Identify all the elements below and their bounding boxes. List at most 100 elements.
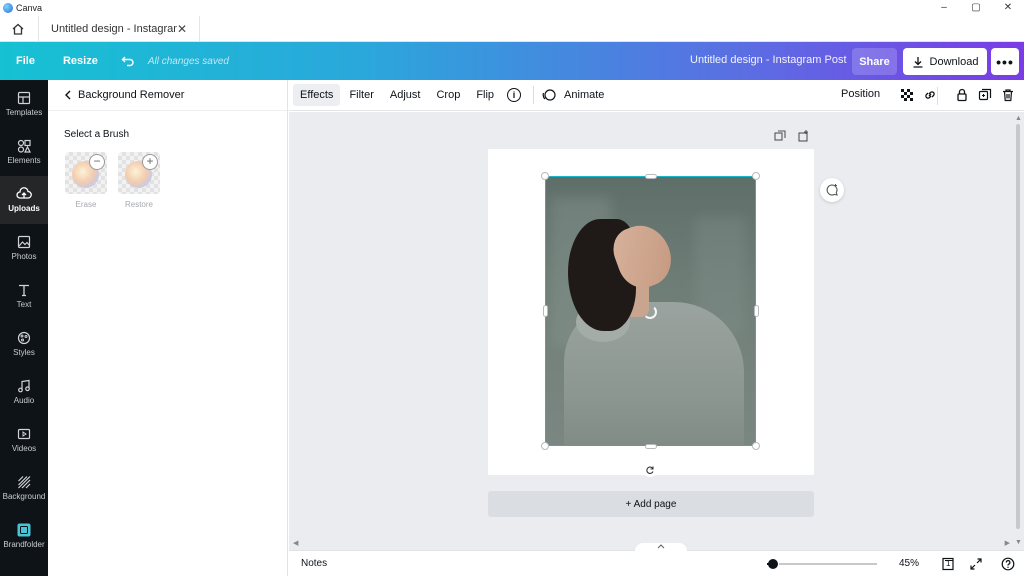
- resize-handle-top-left[interactable]: [541, 172, 549, 180]
- brandfolder-icon: [17, 523, 31, 537]
- rail-label: Brandfolder: [3, 540, 45, 549]
- save-status: All changes saved: [147, 55, 229, 67]
- adjust-button[interactable]: Adjust: [383, 84, 428, 106]
- add-comment-button[interactable]: [820, 178, 844, 202]
- toolbar-divider: [533, 86, 535, 104]
- canva-logo-icon: [3, 3, 13, 13]
- animate-icon: [542, 89, 556, 101]
- audio-icon: [18, 379, 30, 393]
- close-window-button[interactable]: ✕: [992, 0, 1024, 16]
- canvas-workspace: + Add page: [289, 112, 1024, 552]
- notes-button[interactable]: Notes: [301, 558, 327, 569]
- chevron-left-icon[interactable]: [64, 90, 72, 100]
- zoom-slider-track[interactable]: [779, 563, 877, 565]
- rail-label: Photos: [11, 252, 37, 261]
- resize-handle-bottom-right[interactable]: [752, 442, 760, 450]
- resize-handle-bottom-left[interactable]: [541, 442, 549, 450]
- window-titlebar: Canva – ▢ ✕: [0, 0, 1024, 16]
- info-icon[interactable]: i: [507, 88, 522, 102]
- share-button[interactable]: Share: [852, 48, 897, 75]
- restore-brush-button[interactable]: + Restore: [117, 152, 161, 209]
- erase-brush-thumbnail: −: [65, 152, 107, 194]
- rail-item-videos[interactable]: Videos: [0, 416, 48, 464]
- rail-item-text[interactable]: Text: [0, 272, 48, 320]
- resize-handle-left[interactable]: [543, 305, 548, 317]
- position-button[interactable]: Position: [841, 88, 880, 100]
- animate-button[interactable]: Animate: [562, 84, 611, 106]
- rail-item-uploads[interactable]: Uploads: [0, 176, 48, 224]
- zoom-level[interactable]: 45%: [899, 558, 919, 569]
- add-page-top-icon[interactable]: [797, 129, 811, 143]
- rail-item-styles[interactable]: Styles: [0, 320, 48, 368]
- page-count: 1: [946, 559, 951, 568]
- resize-handle-bottom[interactable]: [645, 444, 657, 449]
- scroll-down-icon[interactable]: ▼: [1015, 539, 1022, 546]
- filter-button[interactable]: Filter: [342, 84, 380, 106]
- zoom-slider-knob[interactable]: [768, 559, 778, 569]
- lock-icon[interactable]: [955, 88, 969, 102]
- uploaded-photo[interactable]: [545, 176, 756, 446]
- link-icon[interactable]: [923, 88, 937, 102]
- maximize-button[interactable]: ▢: [960, 0, 992, 16]
- brush-section-title: Select a Brush: [64, 129, 130, 140]
- rail-label: Templates: [5, 108, 43, 117]
- rail-item-templates[interactable]: Templates: [0, 80, 48, 128]
- rail-label: Audio: [13, 396, 35, 405]
- vertical-scrollbar[interactable]: ▲ ▼: [1012, 112, 1024, 552]
- erase-brush-button[interactable]: − Erase: [64, 152, 108, 209]
- brush-label: Erase: [75, 200, 97, 209]
- rotate-handle[interactable]: [643, 463, 657, 477]
- design-page[interactable]: [488, 149, 814, 475]
- home-button[interactable]: [0, 16, 36, 42]
- resize-handle-top-right[interactable]: [752, 172, 760, 180]
- editor-header: File Resize All changes saved Untitled d…: [0, 42, 1024, 80]
- tab-design[interactable]: Untitled design - Instagram P ✕: [38, 15, 200, 42]
- tab-close-icon[interactable]: ✕: [177, 22, 187, 36]
- more-options-button[interactable]: •••: [991, 48, 1019, 75]
- rail-item-background[interactable]: Background: [0, 464, 48, 512]
- resize-handle-top[interactable]: [645, 174, 657, 179]
- collapse-pages-button[interactable]: [635, 543, 687, 553]
- scroll-right-icon[interactable]: ▶: [1005, 539, 1010, 547]
- window-controls: – ▢ ✕: [928, 0, 1024, 16]
- resize-button[interactable]: Resize: [49, 55, 112, 67]
- effects-button[interactable]: Effects: [293, 84, 341, 106]
- panel-title: Background Remover: [78, 89, 185, 101]
- rail-item-elements[interactable]: Elements: [0, 128, 48, 176]
- rail-item-audio[interactable]: Audio: [0, 368, 48, 416]
- transparency-icon[interactable]: [900, 88, 914, 102]
- scroll-left-icon[interactable]: ◀: [293, 539, 298, 547]
- elements-icon: [17, 139, 31, 153]
- file-menu-button[interactable]: File: [0, 55, 49, 67]
- trash-icon[interactable]: [1001, 88, 1015, 102]
- rail-item-brandfolder[interactable]: Brandfolder: [0, 512, 48, 560]
- add-page-button[interactable]: + Add page: [488, 491, 814, 517]
- fullscreen-icon[interactable]: [969, 557, 983, 571]
- download-button[interactable]: Download: [903, 48, 987, 75]
- rail-label: Background: [2, 492, 46, 501]
- rail-item-photos[interactable]: Photos: [0, 224, 48, 272]
- help-icon[interactable]: [1001, 557, 1015, 571]
- rotate-icon: [646, 466, 654, 474]
- loading-spinner-icon: [643, 305, 657, 319]
- rail-label: Elements: [7, 156, 41, 165]
- copy-page-icon[interactable]: [773, 129, 787, 143]
- undo-button[interactable]: [118, 51, 138, 71]
- design-title[interactable]: Untitled design - Instagram Post: [690, 54, 847, 66]
- minus-icon: −: [89, 154, 105, 170]
- vertical-scroll-thumb[interactable]: [1016, 124, 1020, 529]
- templates-icon: [17, 91, 31, 105]
- comment-icon: [826, 184, 838, 196]
- home-icon: [12, 23, 24, 35]
- panel-header[interactable]: Background Remover: [48, 80, 287, 111]
- text-icon: [19, 284, 29, 297]
- scroll-up-icon[interactable]: ▲: [1015, 115, 1022, 122]
- image-toolbar: Effects Filter Adjust Crop Flip i Animat…: [289, 80, 1024, 111]
- minimize-button[interactable]: –: [928, 0, 960, 16]
- tab-bar: Untitled design - Instagram P ✕: [0, 15, 1024, 42]
- flip-button[interactable]: Flip: [469, 84, 501, 106]
- duplicate-icon[interactable]: [978, 88, 992, 102]
- resize-handle-right[interactable]: [754, 305, 759, 317]
- crop-button[interactable]: Crop: [429, 84, 467, 106]
- restore-brush-thumbnail: +: [118, 152, 160, 194]
